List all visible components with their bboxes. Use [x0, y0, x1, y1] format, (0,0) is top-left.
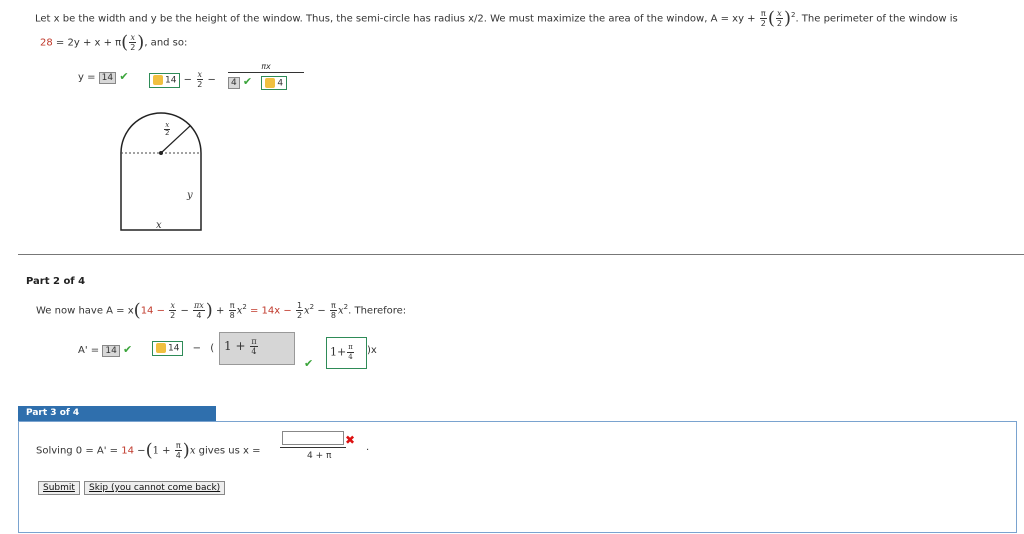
x-suffix: )x — [367, 345, 377, 356]
four-key-box: 4 — [261, 75, 288, 90]
window-outline — [120, 112, 202, 231]
part3-line: Solving 0 = A' = 14 −(1 + π 4)x gives us … — [36, 440, 261, 461]
check-icon: ✔ — [119, 70, 129, 83]
denominator: 4 + π — [307, 451, 332, 461]
aprime-key: 14 − ( — [152, 341, 214, 356]
minus-sign: − — [183, 74, 193, 86]
fourteen-red: 14 − — [140, 305, 165, 317]
cross-icon: ✖ — [345, 433, 356, 447]
key-icon — [156, 343, 166, 353]
y-key-box: 14 — [149, 73, 181, 88]
aprime-equation: A' = 14 ✔ — [78, 343, 133, 357]
aprime-key-box: 14 — [152, 341, 184, 356]
y-label: y = — [78, 72, 96, 83]
answer-input[interactable] — [282, 431, 344, 445]
intro-end: . The perimeter of the window is — [795, 13, 958, 25]
x-over-2-b: x2 — [129, 33, 136, 52]
part3-label: Part 3 of 4 — [18, 406, 216, 421]
y-equation: y = 14 ✔ — [78, 70, 129, 84]
check-icon: ✔ — [242, 75, 253, 88]
check-icon: ✔ — [122, 343, 133, 356]
part3-panel — [18, 421, 1017, 533]
part2-line: We now have A = x(14 − x2 − πx 4) + π 8 x2 … — [36, 300, 407, 321]
rhs-expr: = 14x − — [249, 305, 292, 317]
y-answer-box: 14 — [98, 72, 117, 84]
perimeter-line: 28 = 2y + x + π(x 2), and so: — [40, 32, 188, 53]
submit-button[interactable]: Submit — [38, 481, 80, 495]
part2-label: Part 2 of 4 — [26, 276, 86, 287]
width-label: x — [156, 220, 162, 231]
pi-x-fraction: πx 4 ✔ 4 — [228, 62, 304, 90]
skip-button[interactable]: Skip (you cannot come back) — [84, 481, 226, 495]
x-over-2-c: x2 — [196, 70, 204, 89]
key-icon — [265, 77, 276, 88]
intro-line: Let x be the width and y be the height o… — [35, 8, 958, 29]
gray-expression-box: 1 + π4 — [219, 332, 295, 365]
aprime-answer-box: 14 — [102, 345, 120, 357]
height-label: y — [187, 190, 193, 201]
divider-1 — [18, 254, 1024, 255]
intro-text: Let x be the width and y be the height o… — [35, 13, 756, 25]
check-icon: ✔ — [304, 357, 314, 370]
pi-over-2: π2 — [759, 9, 767, 28]
period: . — [366, 442, 370, 453]
radius-label: x2 — [164, 121, 171, 137]
key-expression-box: 1+ π 4 — [326, 337, 367, 369]
y-key-answer: 14 − x2 − — [149, 70, 216, 89]
center-point — [159, 151, 163, 155]
perimeter-value: 28 — [40, 37, 53, 49]
perimeter-eq: = 2y + x + π — [55, 37, 122, 49]
x-over-2: x2 — [776, 9, 783, 28]
fraction-bar — [280, 447, 346, 448]
key-icon — [153, 75, 163, 85]
four-answer-box: 4 — [228, 77, 240, 89]
pi-x-numerator: πx — [228, 62, 304, 73]
and-so: , and so: — [144, 37, 188, 49]
